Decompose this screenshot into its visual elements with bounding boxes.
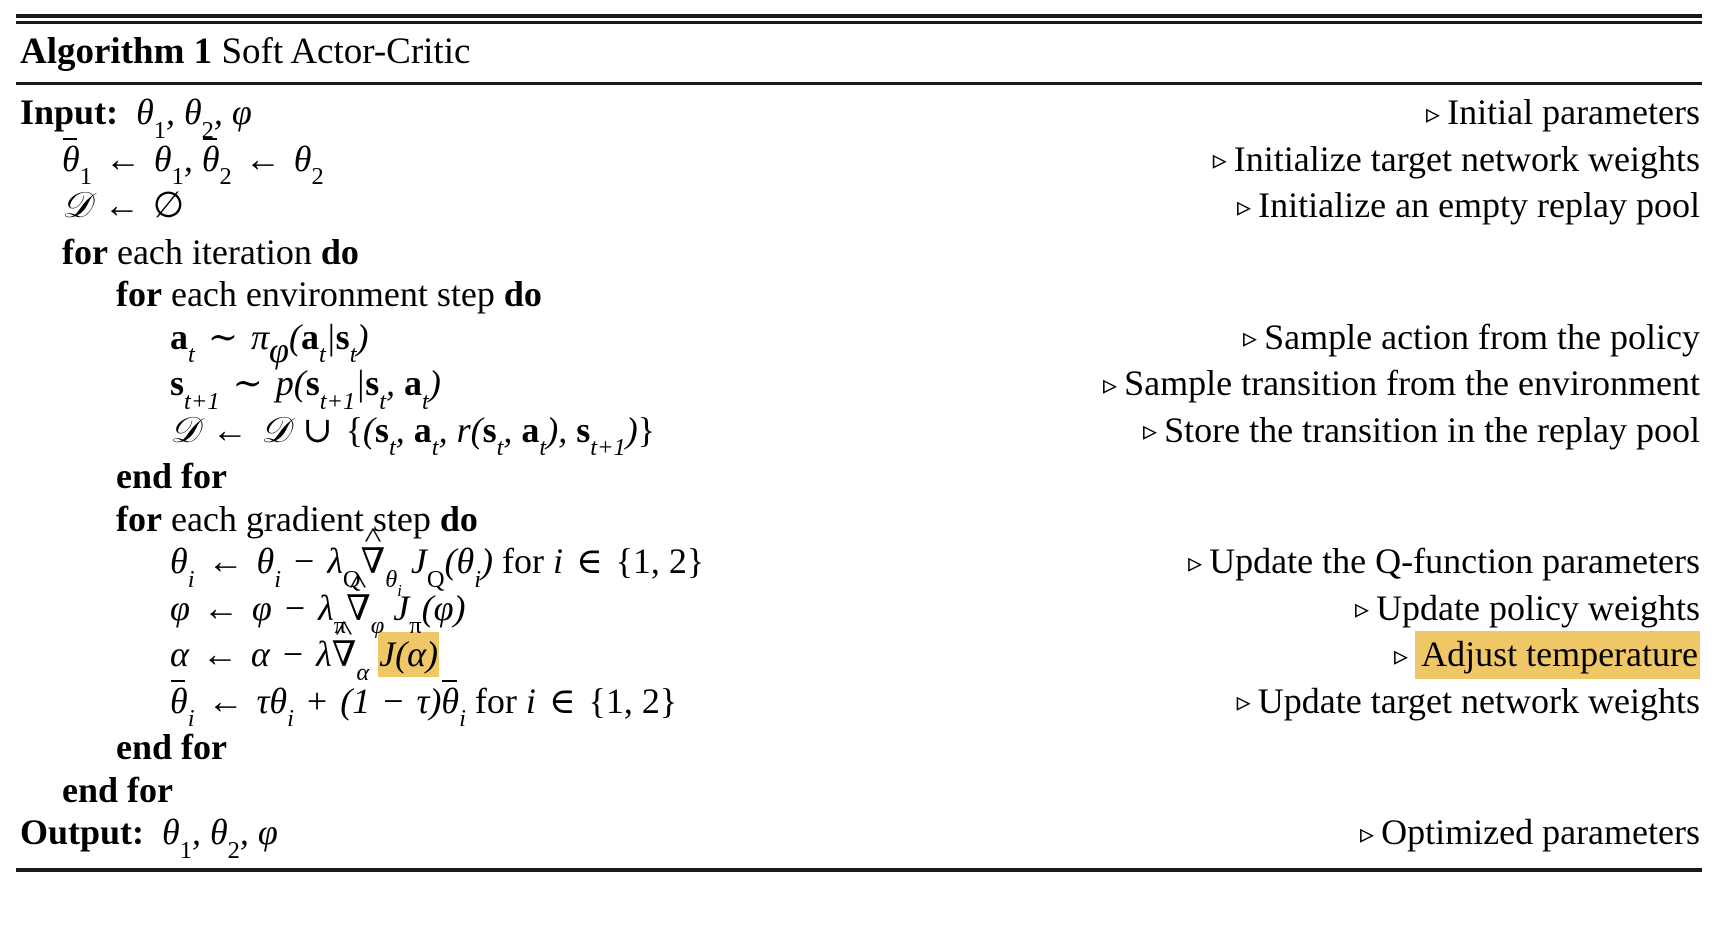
line-end-for-iteration: end for [16,769,1702,812]
comment-update-q-params: ▹ Update the Q-function parameters [1188,540,1702,587]
comment-marker-icon: ▹ [1393,640,1409,672]
top-rule-outer [16,14,1702,18]
comment-adjust-temperature: ▹ Adjust temperature [1393,631,1702,680]
keyword-for: for [116,498,162,539]
comment-update-policy-weights-text: Update policy weights [1376,587,1700,628]
line-update-temperature: α ← α − λ∇α J(α) ▹Adjust temperature [16,631,1702,684]
comment-init-replay-pool: ▹ Initialize an empty replay pool [1237,184,1702,231]
algorithm-name: Soft Actor-Critic [221,31,471,72]
line-update-temperature-code: α ← α − λ∇α J(α) [16,632,440,684]
line-sample-action: at ∼ πφ(at|st) ▹ Sample action from the p… [16,316,1702,371]
keyword-do: do [503,274,542,314]
comment-initial-parameters-text: Initial parameters [1447,92,1700,132]
line-output-code: Output: θ1, θ2, φ [20,812,278,864]
comment-marker-icon: ▹ [1426,98,1441,130]
comment-optimized-parameters: ▹ Optimized parameters [1360,811,1702,858]
line-input-code: Input: θ1, θ2, φ [20,92,252,144]
keyword-for: for [116,274,162,314]
comment-marker-icon: ▹ [1143,416,1158,448]
comment-marker-icon: ▹ [1360,818,1375,850]
line-end-for-env-code: end for [116,456,227,496]
comment-update-target-weights-text: Update target network weights [1257,680,1700,721]
comment-marker-icon: ▹ [1103,369,1118,401]
algorithm-body: Input: θ1, θ2, φ ▹ Initial parameters θ1 … [16,85,1702,862]
bottom-rule [16,867,1702,872]
line-for-env-step: for each environment step do [16,273,1702,316]
comment-sample-action-text: Sample action from the policy [1264,316,1700,357]
line-init-buffer: 𝒟 ← ∅ ▹ Initialize an empty replay pool [16,184,1702,231]
keyword-output: Output: [20,812,145,852]
comment-optimized-parameters-text: Optimized parameters [1381,812,1700,852]
comment-sample-transition-text: Sample transition from the environment [1124,363,1700,403]
comment-marker-icon: ▹ [1212,145,1227,177]
line-store-transition-code: 𝒟 ← 𝒟 ∪ {(st, at, r(st, at), st+1)} [170,409,656,462]
comment-marker-icon: ▹ [1243,323,1258,355]
line-output: Output: θ1, θ2, φ ▹ Optimized parameters [16,811,1702,864]
keyword-for: for [62,231,108,272]
comment-sample-transition: ▹ Sample transition from the environment [1103,362,1702,409]
line-update-q: θi ← θi − λQ∇θi JQ(θi) for i ∈ {1, 2} ▹U… [16,540,1702,599]
line-init-buffer-code: 𝒟 ← ∅ [62,185,185,226]
line-end-for-gradient: end for [16,726,1702,769]
line-end-for-env: end for [16,455,1702,498]
comment-store-transition: ▹ Store the transition in the replay pool [1143,409,1702,456]
line-init-targets: θ1 ← θ1, θ2 ← θ2 ▹ Initialize target netw… [16,137,1702,191]
comment-marker-icon: ▹ [1188,547,1203,579]
comment-store-transition-text: Store the transition in the replay pool [1164,409,1700,450]
comment-update-target-weights: ▹ Update target network weights [1237,680,1702,727]
comment-update-q-params-text: Update the Q-function parameters [1209,541,1700,581]
line-sample-action-code: at ∼ πφ(at|st) [170,316,369,371]
keyword-input: Input: [20,92,119,132]
line-update-policy: φ ← φ − λπ∇φ Jπ(φ) ▹Update policy weight… [16,587,1702,638]
line-for-gradient-step: for each gradient step do [16,498,1702,541]
text-each-iteration: each iteration [116,231,312,272]
line-store-transition: 𝒟 ← 𝒟 ∪ {(st, at, r(st, at), st+1)} ▹ Sto… [16,409,1702,462]
comment-marker-icon: ▹ [1237,191,1252,223]
keyword-do: do [320,231,359,272]
line-end-for-gradient-code: end for [116,727,227,767]
comment-sample-action: ▹ Sample action from the policy [1243,316,1702,363]
text-each-environment-step: each environment step [170,274,495,314]
comment-marker-icon: ▹ [1354,594,1370,626]
line-for-gradient-step-code: for each gradient step do [16,498,478,541]
line-input: Input: θ1, θ2, φ ▹ Initial parameters [16,91,1702,144]
comment-update-policy-weights: ▹ Update policy weights [1355,587,1702,634]
line-update-targets-code: θi ← τθi + (1 − τ)θi for i ∈ {1, 2} [170,679,678,733]
text-each-gradient-step: each gradient step [170,498,431,539]
keyword-do: do [439,498,478,539]
line-sample-transition-code: st+1 ∼ p(st+1|st, at) [170,363,441,415]
algorithm-block: Algorithm 1 Soft Actor-Critic Input: θ1,… [0,14,1716,872]
comment-adjust-temperature-text: Adjust temperature [1415,631,1700,679]
comment-marker-icon: ▹ [1236,687,1251,719]
line-for-iteration-code: for each iteration do [16,231,359,274]
line-end-for-iteration-code: end for [62,769,173,810]
comment-init-target-weights: ▹ Initialize target network weights [1213,138,1702,185]
line-for-iteration: for each iteration do [16,231,1702,274]
line-for-env-step-code: for each environment step do [16,273,542,316]
comment-initial-parameters: ▹ Initial parameters [1426,91,1702,138]
line-init-targets-code: θ1 ← θ1, θ2 ← θ2 [62,137,324,191]
algorithm-title: Algorithm 1 Soft Actor-Critic [16,24,1702,78]
comment-init-target-weights-text: Initialize target network weights [1233,138,1700,179]
comment-init-replay-pool-text: Initialize an empty replay pool [1258,185,1700,225]
algorithm-number: Algorithm 1 [20,31,213,72]
line-update-targets: θi ← τθi + (1 − τ)θi for i ∈ {1, 2} ▹ Upd… [16,679,1702,733]
